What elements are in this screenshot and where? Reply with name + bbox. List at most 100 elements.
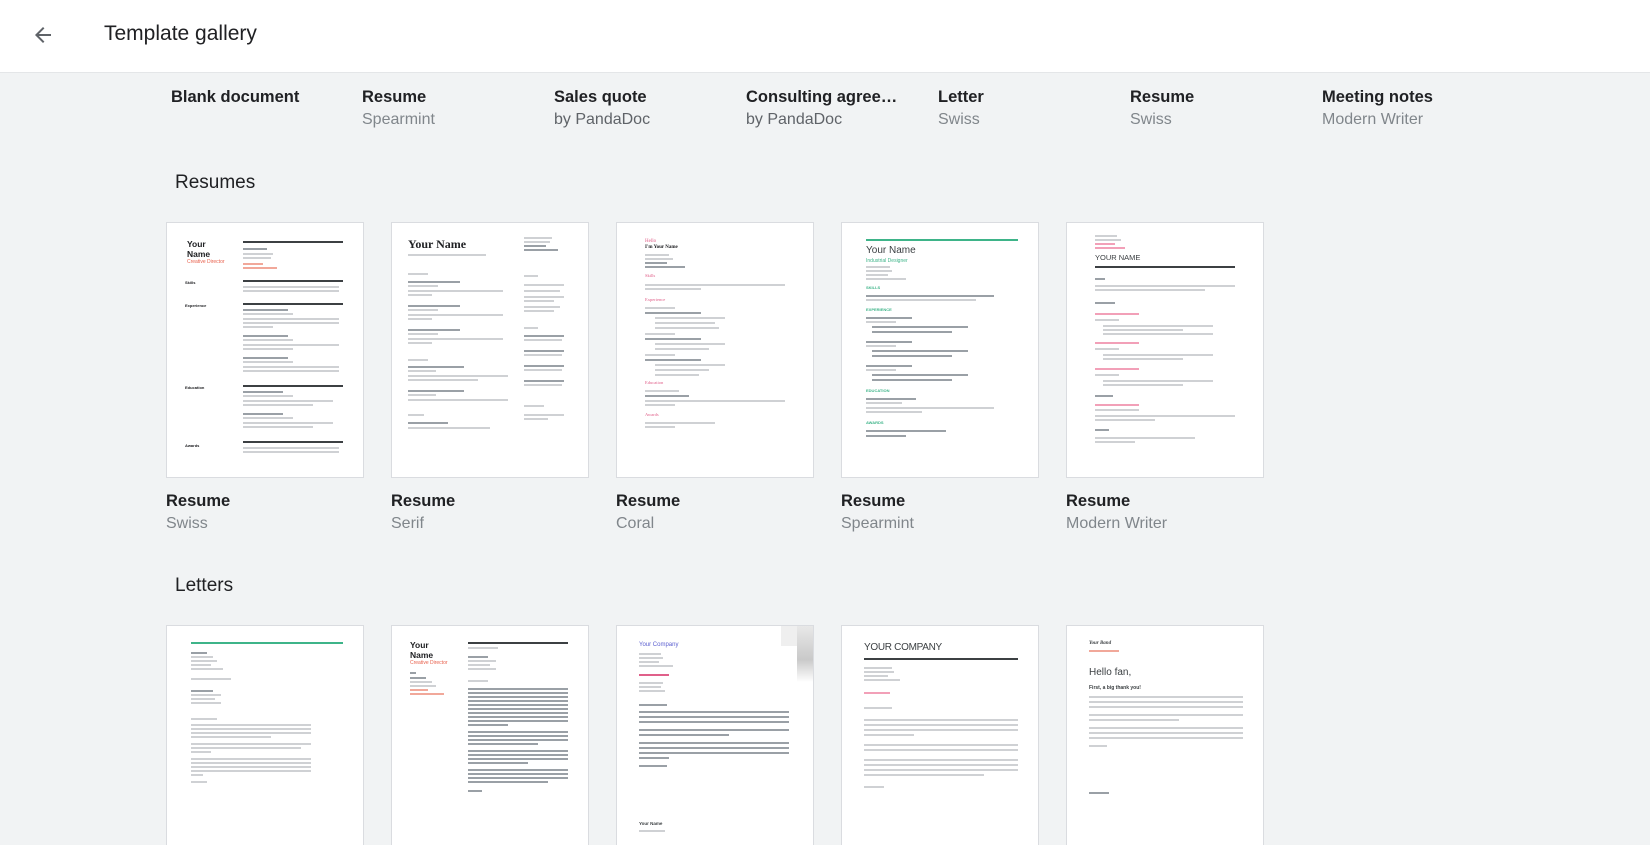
preview-text-line [243,426,313,428]
preview-text-line [468,724,508,726]
preview-text-line [524,300,554,302]
preview-text-line [639,690,665,692]
preview-text-line [872,374,968,376]
template-thumbnail[interactable]: Your Name [391,222,589,478]
preview-text-line [191,728,311,730]
preview-text-line [866,369,896,371]
preview-label: Experience [185,303,207,308]
quick-template-resume-swiss[interactable]: Resume Swiss [1130,88,1310,129]
template-thumbnail[interactable]: YOUR NAME [1066,222,1264,478]
template-card-letter-spearmint[interactable] [166,625,364,845]
preview-text-line [864,658,1018,660]
preview-text-line [645,333,675,335]
quick-template-letter-swiss[interactable]: Letter Swiss [938,88,1118,129]
preview-text-line [468,735,568,737]
preview-text-line [1095,348,1119,350]
back-button[interactable] [26,18,60,52]
preview-text-line [191,702,221,704]
preview-text-line [468,716,568,718]
preview-decoration [797,626,813,682]
preview-text-line [639,830,665,832]
preview-text-line [408,305,460,307]
preview-text-line [468,660,496,662]
preview-text-line [864,667,892,669]
preview-text-line [1103,384,1183,386]
template-subtitle: Swiss [166,515,208,532]
preview-text-line [866,430,946,432]
preview-text-line [1095,278,1105,280]
preview-text-line [645,258,673,260]
preview-text-line [645,354,675,356]
template-thumbnail[interactable]: Your Name Creative Director [391,625,589,845]
preview-text-line [191,656,213,658]
quick-template-sales-quote[interactable]: Sales quote by PandaDoc [554,88,734,129]
template-card-letter-fan[interactable]: Your Band Hello fan, First, a big thank … [1066,625,1264,845]
preview-text-line [864,759,1018,761]
preview-text-line [408,281,460,283]
preview-company: Your Company [639,642,679,648]
preview-text-line [191,690,213,692]
quick-template-consulting-agreement[interactable]: Consulting agreem... by PandaDoc [746,88,906,129]
template-card-resume-coral[interactable]: Hello I'm Your Name Skills Experience Ed… [616,222,814,533]
preview-role: Creative Director [410,660,448,666]
template-card-letter-modern-writer[interactable]: YOUR COMPANY [841,625,1039,845]
preview-text-line [524,365,564,367]
preview-text-line [524,306,560,308]
preview-heading: Experience [645,297,666,302]
template-card-letter-geometric[interactable]: Your Company Your Name [616,625,814,845]
template-card-resume-spearmint[interactable]: Your Name Industrial Designer SKILLS EXP… [841,222,1039,533]
template-thumbnail[interactable]: Your Name Industrial Designer SKILLS EXP… [841,222,1039,478]
preview-text-line [864,769,1018,771]
preview-text-line [408,338,503,340]
template-thumbnail[interactable] [166,625,364,845]
preview-text-line [408,333,438,335]
preview-text-line [866,274,888,276]
quick-templates-row: Blank document Resume Spearmint Sales qu… [0,88,1650,138]
preview-text-line [1095,266,1235,268]
preview-heading: EDUCATION [866,388,890,393]
template-thumbnail[interactable]: Hello I'm Your Name Skills Experience Ed… [616,222,814,478]
quick-template-subtitle: by PandaDoc [746,111,843,128]
preview-text-line [243,248,267,250]
template-thumbnail[interactable]: Your Company Your Name [616,625,814,845]
preview-text-line [191,652,207,654]
template-card-letter-swiss[interactable]: Your Name Creative Director [391,625,589,845]
preview-text-line [408,290,503,292]
preview-text-line [468,769,568,771]
preview-text-line [864,675,888,677]
template-card-resume-swiss[interactable]: Your Name Creative Director Skills Exper… [166,222,364,533]
preview-text-line [243,309,288,311]
preview-text-line [191,642,343,644]
preview-text-line [408,366,464,368]
preview-text-line [468,708,568,710]
preview-text-line [866,435,906,437]
quick-template-resume-spearmint[interactable]: Resume Spearmint [362,88,542,129]
preview-text-line [1095,368,1139,370]
preview-text-line [408,394,436,396]
preview-text-line [243,361,293,363]
quick-template-blank-document[interactable]: Blank document [171,88,351,107]
preview-text-line [639,661,659,663]
preview-name: Your Name [866,245,916,256]
template-thumbnail[interactable]: YOUR COMPANY [841,625,1039,845]
preview-text-line [468,720,568,722]
preview-text-line [866,266,890,268]
template-card-resume-modern-writer[interactable]: YOUR NAME Resume Modern Writer [1066,222,1264,533]
quick-template-subtitle: Swiss [938,111,980,128]
preview-greeting: Hello fan, [1089,667,1132,678]
preview-text-line [468,680,488,682]
preview-text-line [243,313,293,315]
quick-template-meeting-notes[interactable]: Meeting notes Modern Writer [1322,88,1502,129]
template-thumbnail[interactable]: Your Name Creative Director Skills Exper… [166,222,364,478]
preview-text-line [408,294,432,296]
preview-text-line [243,326,273,328]
preview-text-line [1089,714,1243,716]
preview-text-line [468,696,568,698]
template-thumbnail[interactable]: Your Band Hello fan, First, a big thank … [1066,625,1264,845]
template-card-resume-serif[interactable]: Your Name Resume Serif [391,222,589,533]
preview-text-line [1095,319,1119,321]
preview-text-line [645,288,701,290]
preview-text-line [408,379,478,381]
preview-text-line [468,762,528,764]
preview-text-line [468,656,488,658]
